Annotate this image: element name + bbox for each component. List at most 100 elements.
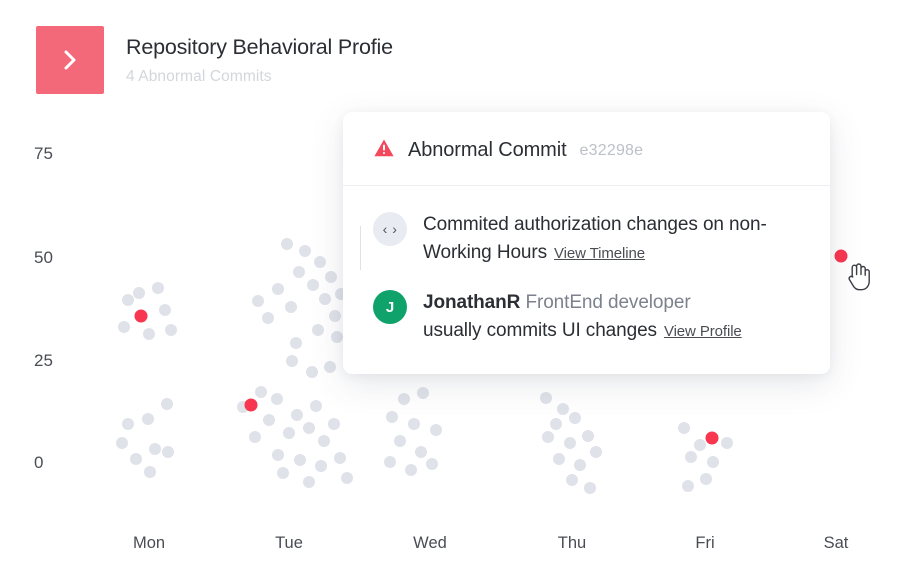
commit-dot[interactable] (394, 435, 406, 447)
commit-dot[interactable] (341, 472, 353, 484)
commit-dot[interactable] (325, 271, 337, 283)
commit-dot[interactable] (574, 459, 586, 471)
commit-dot[interactable] (130, 453, 142, 465)
commit-dot[interactable] (553, 453, 565, 465)
abnormal-commit-dot[interactable] (245, 399, 258, 412)
abnormal-commit-dot[interactable] (706, 432, 719, 445)
commit-dot[interactable] (550, 418, 562, 430)
commit-dot[interactable] (303, 476, 315, 488)
commit-dot[interactable] (417, 387, 429, 399)
abnormal-commit-dot[interactable] (835, 250, 848, 263)
commit-dot[interactable] (564, 437, 576, 449)
view-timeline-link[interactable]: View Timeline (554, 245, 645, 262)
commit-dot[interactable] (293, 266, 305, 278)
commit-hash: e32298e (580, 142, 644, 160)
commit-dot[interactable] (682, 480, 694, 492)
tooltip-header: Abnormal Commit e32298e (343, 112, 830, 186)
commit-dot[interactable] (331, 331, 343, 343)
x-axis-tick: Sat (824, 534, 849, 553)
commit-dot[interactable] (162, 446, 174, 458)
commit-dot[interactable] (557, 403, 569, 415)
commit-dot[interactable] (122, 418, 134, 430)
commit-dot[interactable] (306, 366, 318, 378)
commit-dot[interactable] (685, 451, 697, 463)
commit-dot[interactable] (281, 238, 293, 250)
commit-dot[interactable] (310, 400, 322, 412)
commit-dot[interactable] (569, 412, 581, 424)
x-axis-tick: Mon (133, 534, 165, 553)
commit-dot[interactable] (398, 393, 410, 405)
commit-dot[interactable] (566, 474, 578, 486)
commit-dot[interactable] (694, 439, 706, 451)
commit-dot[interactable] (314, 256, 326, 268)
commit-dot[interactable] (334, 452, 346, 464)
commit-dot[interactable] (678, 422, 690, 434)
commit-dot[interactable] (315, 460, 327, 472)
commit-dot[interactable] (159, 304, 171, 316)
commit-dot[interactable] (540, 392, 552, 404)
commit-dot[interactable] (707, 456, 719, 468)
author-role: FrontEnd developer (525, 292, 690, 313)
y-axis-tick: 25 (34, 351, 53, 371)
commit-dot[interactable] (283, 427, 295, 439)
y-axis-tick: 0 (34, 453, 43, 473)
commit-dot[interactable] (122, 294, 134, 306)
author-name: JonathanR (423, 292, 520, 313)
author-habit: usually commits UI changes (423, 320, 657, 341)
commit-dot[interactable] (143, 328, 155, 340)
commit-dot[interactable] (255, 386, 267, 398)
commit-dot[interactable] (152, 282, 164, 294)
avatar: J (373, 290, 407, 324)
commit-dot[interactable] (161, 398, 173, 410)
commit-dot[interactable] (386, 411, 398, 423)
commit-dot[interactable] (252, 295, 264, 307)
commit-dot[interactable] (285, 301, 297, 313)
commit-dot[interactable] (277, 467, 289, 479)
y-axis-tick: 75 (34, 144, 53, 164)
commit-dot[interactable] (415, 446, 427, 458)
commit-dot[interactable] (542, 431, 554, 443)
commit-dot[interactable] (319, 293, 331, 305)
commit-dot[interactable] (405, 464, 417, 476)
commit-dot[interactable] (328, 418, 340, 430)
x-axis-tick: Tue (275, 534, 303, 553)
commit-dot[interactable] (144, 466, 156, 478)
commit-dot[interactable] (430, 424, 442, 436)
commit-dot[interactable] (329, 310, 341, 322)
commit-dot[interactable] (249, 431, 261, 443)
commit-dot[interactable] (263, 414, 275, 426)
commit-dot[interactable] (142, 413, 154, 425)
commit-dot[interactable] (590, 446, 602, 458)
commit-dot[interactable] (721, 437, 733, 449)
commit-dot[interactable] (290, 337, 302, 349)
commit-dot[interactable] (165, 324, 177, 336)
commit-dot[interactable] (426, 458, 438, 470)
commit-dot[interactable] (303, 422, 315, 434)
commit-dot[interactable] (312, 324, 324, 336)
commit-dot[interactable] (307, 279, 319, 291)
repository-behavioral-profile-panel: Repository Behavioral Profie 4 Abnormal … (0, 0, 900, 583)
commit-dot[interactable] (384, 456, 396, 468)
view-profile-link[interactable]: View Profile (664, 323, 742, 340)
abnormal-commit-dot[interactable] (135, 310, 148, 323)
commit-dot[interactable] (294, 454, 306, 466)
commit-dot[interactable] (116, 437, 128, 449)
commit-dot[interactable] (286, 355, 298, 367)
commit-dot[interactable] (299, 245, 311, 257)
tooltip-body: ‹ › Commited authorization changes on no… (343, 186, 830, 374)
commit-dot[interactable] (118, 321, 130, 333)
commit-dot[interactable] (291, 409, 303, 421)
commit-dot[interactable] (584, 482, 596, 494)
commit-dot[interactable] (272, 283, 284, 295)
commit-dot[interactable] (582, 430, 594, 442)
commit-dot[interactable] (700, 473, 712, 485)
commit-dot[interactable] (271, 393, 283, 405)
commit-dot[interactable] (318, 435, 330, 447)
commit-dot[interactable] (262, 312, 274, 324)
commit-dot[interactable] (133, 287, 145, 299)
commit-dot[interactable] (408, 418, 420, 430)
commit-dot[interactable] (272, 449, 284, 461)
commit-dot[interactable] (149, 443, 161, 455)
code-brackets-icon: ‹ › (373, 212, 407, 246)
commit-dot[interactable] (324, 361, 336, 373)
